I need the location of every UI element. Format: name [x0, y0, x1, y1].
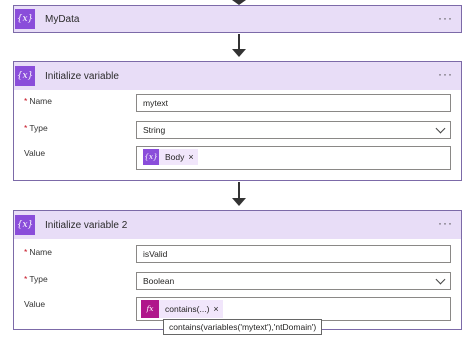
function-icon: fx	[141, 300, 159, 318]
name-row: * Name isValid	[24, 245, 451, 263]
initialize-variable-more-options-button[interactable]: ···	[438, 67, 453, 81]
initialize-variable-card: {x} Initialize variable ··· * Name mytext…	[13, 61, 462, 181]
name-label: * Name	[24, 247, 52, 257]
value-label: Value	[24, 148, 46, 158]
type-label: * Type	[24, 123, 48, 133]
variable-icon: {x}	[143, 149, 159, 165]
value-label: Value	[24, 299, 46, 309]
mydata-action-card[interactable]: {x} MyData ···	[13, 5, 462, 33]
value-row: Value {x} Body ×	[24, 146, 451, 170]
name-label: * Name	[24, 96, 52, 106]
mydata-card-header[interactable]: {x} MyData ···	[14, 6, 461, 32]
variable-icon: {x}	[15, 215, 35, 235]
value-input[interactable]: {x} Body ×	[136, 146, 451, 170]
connector-line-1	[238, 34, 240, 50]
value-input[interactable]: fx contains(...) ×	[136, 297, 451, 321]
expression-tooltip: contains(variables('mytext'),'ntDomain')	[163, 319, 323, 335]
type-row: * Type String	[24, 121, 451, 139]
name-input[interactable]: mytext	[136, 94, 451, 112]
type-selected-value: String	[143, 125, 166, 135]
connector-line-2	[238, 182, 240, 199]
connector-arrowhead-2	[232, 198, 246, 206]
initialize-variable-2-more-options-button[interactable]: ···	[438, 216, 453, 230]
name-row: * Name mytext	[24, 94, 451, 112]
mydata-card-title: MyData	[45, 13, 80, 25]
type-dropdown[interactable]: Boolean	[136, 272, 451, 290]
initialize-variable-2-title: Initialize variable 2	[45, 219, 128, 231]
type-selected-value: Boolean	[143, 276, 175, 286]
name-label-text: Name	[29, 96, 52, 106]
variable-icon: {x}	[15, 66, 35, 86]
dynamic-content-token[interactable]: {x} Body ×	[143, 149, 198, 165]
name-input[interactable]: isValid	[136, 245, 451, 263]
mydata-more-options-button[interactable]: ···	[438, 11, 453, 25]
initialize-variable-header[interactable]: {x} Initialize variable ···	[14, 62, 461, 90]
type-label-text: Type	[29, 274, 48, 284]
required-marker: *	[24, 247, 28, 257]
required-marker: *	[24, 123, 28, 133]
remove-token-button[interactable]: ×	[213, 301, 222, 317]
variable-icon: {x}	[15, 9, 35, 29]
remove-token-button[interactable]: ×	[188, 149, 197, 165]
initialize-variable-2-header[interactable]: {x} Initialize variable 2 ···	[14, 211, 461, 239]
type-label: * Type	[24, 274, 48, 284]
type-row: * Type Boolean	[24, 272, 451, 290]
token-label: Body	[165, 152, 185, 162]
initialize-variable-title: Initialize variable	[45, 70, 119, 82]
expression-token[interactable]: fx contains(...) ×	[141, 300, 223, 318]
initialize-variable-2-card: {x} Initialize variable 2 ··· * Name isVa…	[13, 210, 462, 330]
name-label-text: Name	[29, 247, 52, 257]
type-label-text: Type	[29, 123, 48, 133]
chevron-down-icon	[435, 123, 446, 134]
value-row: Value fx contains(...) ×	[24, 297, 451, 321]
required-marker: *	[24, 96, 28, 106]
type-dropdown[interactable]: String	[136, 121, 451, 139]
connector-arrowhead-1	[232, 49, 246, 57]
token-label: contains(...)	[165, 304, 210, 314]
chevron-down-icon	[435, 274, 446, 285]
required-marker: *	[24, 274, 28, 284]
